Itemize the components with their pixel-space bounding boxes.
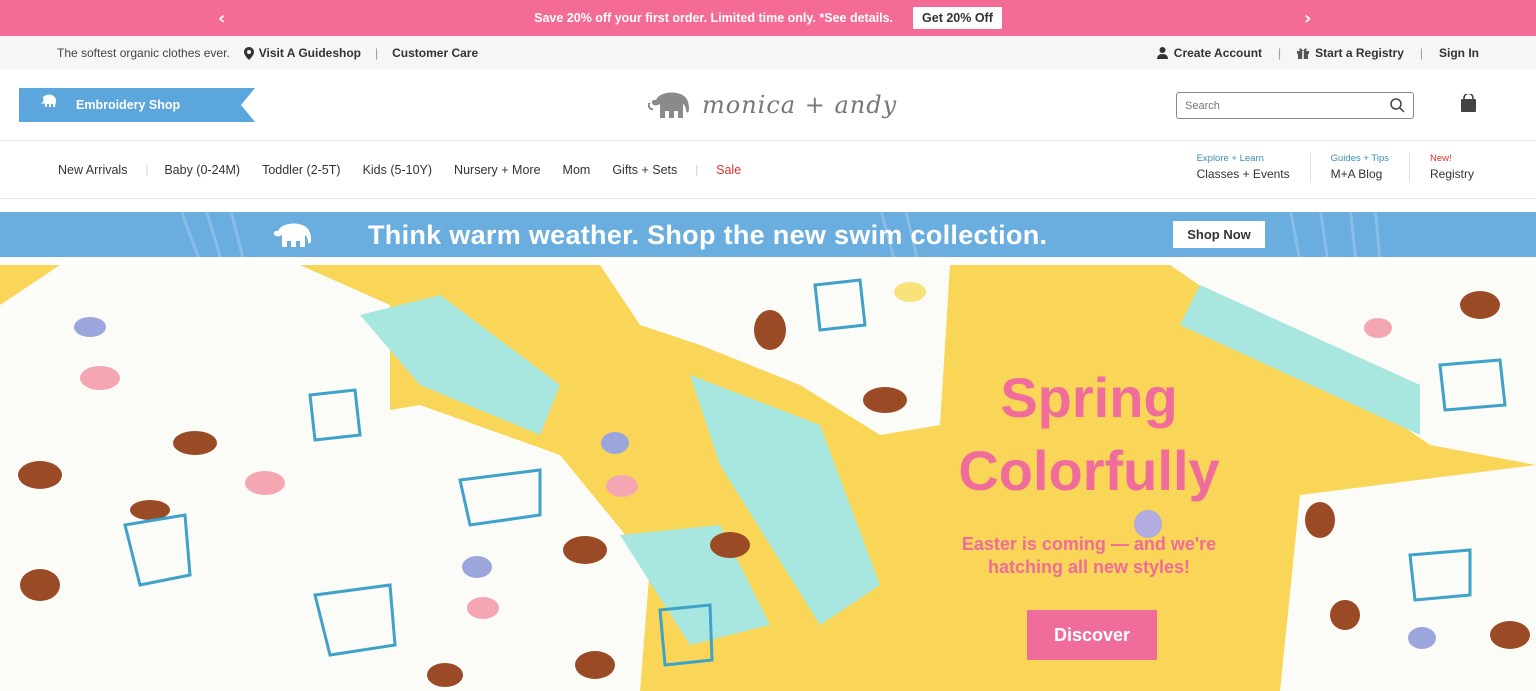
create-account-link[interactable]: Create Account (1156, 46, 1263, 60)
main-nav: New Arrivals | Baby (0-24M) Toddler (2-5… (0, 141, 1536, 199)
hero-banner: Spring Colorfully Easter is coming — and… (0, 265, 1536, 691)
hero-title: Spring Colorfully (934, 361, 1244, 507)
site-header: Embroidery Shop monica + andy (0, 70, 1536, 141)
elephant-icon (273, 223, 311, 247)
hero-title-line1: Spring (1000, 366, 1178, 429)
discover-button[interactable]: Discover (1027, 610, 1157, 660)
nav-item-sale[interactable]: Sale (716, 163, 741, 177)
hero-subtitle-line2: hatching all new styles! (987, 557, 1191, 577)
swim-banner-text: Think warm weather. Shop the new swim co… (368, 220, 1048, 250)
start-registry-label: Start a Registry (1315, 46, 1404, 60)
hero-title-line2: Colorfully (958, 439, 1220, 502)
utility-bar: The softest organic clothes ever. Visit … (0, 36, 1536, 70)
promo-message: Save 20% off your first order. Limited t… (534, 11, 894, 25)
divider: | (1419, 46, 1423, 60)
map-pin-icon (243, 46, 254, 60)
gift-icon (1297, 48, 1310, 59)
promo-cta-button[interactable]: Get 20% Off (913, 7, 1002, 29)
nav-classes-events[interactable]: Explore + Learn Classes + Events (1197, 153, 1310, 181)
embroidery-shop-button[interactable]: Embroidery Shop (19, 88, 255, 122)
divider: | (375, 46, 379, 60)
start-registry-link[interactable]: Start a Registry (1297, 46, 1404, 60)
nav-classes-label: Classes + Events (1196, 167, 1290, 181)
tagline: The softest organic clothes ever. (57, 46, 230, 60)
nav-registry-kicker: New! (1429, 153, 1452, 164)
nav-registry-label: Registry (1429, 167, 1474, 181)
search-input[interactable] (1185, 99, 1390, 112)
search-box[interactable] (1176, 92, 1414, 119)
sign-in-link[interactable]: Sign In (1439, 46, 1479, 60)
shopping-bag-button[interactable] (1460, 92, 1477, 117)
nav-blog-label: M+A Blog (1330, 167, 1383, 181)
site-logo[interactable]: monica + andy (648, 90, 897, 120)
shopping-bag-icon (1461, 92, 1476, 112)
nav-item-nursery[interactable]: Nursery + More (454, 163, 540, 177)
search-icon[interactable] (1390, 98, 1405, 113)
nav-divider: | (695, 164, 699, 176)
swim-banner[interactable]: Think warm weather. Shop the new swim co… (0, 212, 1536, 257)
logo-wordmark: monica + andy (702, 91, 898, 119)
promo-bar: ‹ Save 20% off your first order. Limited… (0, 0, 1536, 36)
customer-care-link[interactable]: Customer Care (392, 46, 478, 60)
nav-item-kids[interactable]: Kids (5-10Y) (363, 163, 432, 177)
guideshop-label: Visit A Guideshop (258, 46, 361, 60)
hero-subtitle-line1: Easter is coming — and we're (961, 534, 1217, 554)
nav-registry[interactable]: New! Registry (1408, 153, 1474, 181)
nav-divider: | (145, 164, 149, 176)
hero-product-image (0, 265, 1536, 691)
divider: | (1278, 46, 1282, 60)
nav-item-gifts[interactable]: Gifts + Sets (612, 163, 677, 177)
nav-item-baby[interactable]: Baby (0-24M) (164, 163, 240, 177)
nav-blog[interactable]: Guides + Tips M+A Blog (1309, 153, 1409, 181)
embroidery-shop-label: Embroidery Shop (76, 98, 181, 112)
user-icon (1156, 47, 1168, 59)
nav-classes-kicker: Explore + Learn (1196, 153, 1264, 164)
nav-item-new-arrivals[interactable]: New Arrivals (58, 163, 127, 177)
shop-now-button[interactable]: Shop Now (1173, 221, 1265, 248)
chevron-left-icon[interactable]: ‹ (218, 8, 225, 29)
nav-item-toddler[interactable]: Toddler (2-5T) (262, 163, 341, 177)
create-account-label: Create Account (1173, 46, 1263, 60)
nav-item-mom[interactable]: Mom (563, 163, 591, 177)
nav-blog-kicker: Guides + Tips (1330, 153, 1389, 164)
hero-subtitle: Easter is coming — and we're hatching al… (934, 533, 1244, 579)
chevron-right-icon[interactable]: › (1304, 8, 1311, 29)
guideshop-link[interactable]: Visit A Guideshop (243, 46, 361, 60)
elephant-logo-icon (648, 92, 689, 118)
